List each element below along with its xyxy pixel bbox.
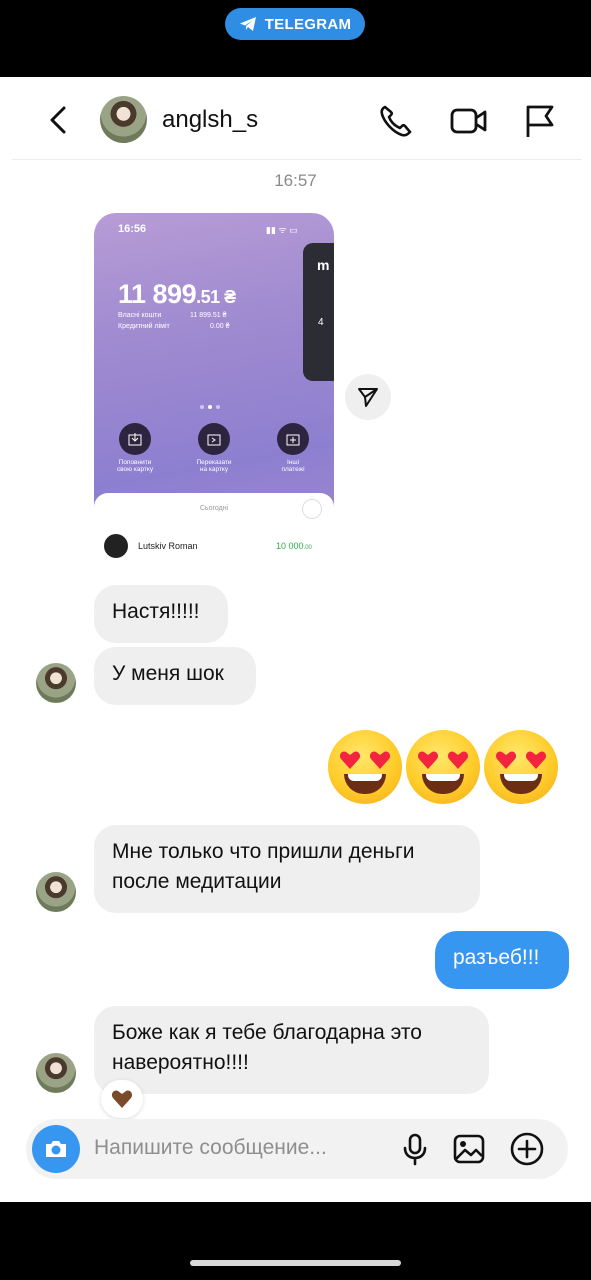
shot-credit-label: Кредитний ліміт bbox=[118, 323, 170, 330]
telegram-top-bar: TELEGRAM bbox=[0, 0, 591, 77]
bottom-bar bbox=[0, 1202, 591, 1280]
reaction-badge[interactable] bbox=[101, 1080, 143, 1118]
message-bubble[interactable]: Настя!!!!! bbox=[94, 585, 228, 643]
header-divider bbox=[12, 159, 582, 160]
shot-own-funds-value: 11 899.51 ₴ bbox=[190, 312, 227, 319]
message-bubble[interactable]: Боже как я тебе благодарна это навероятн… bbox=[94, 1006, 489, 1094]
avatar[interactable] bbox=[36, 872, 76, 912]
shot-action-transfer: Переказати на картку bbox=[179, 423, 249, 473]
shot-card: m 4 bbox=[303, 243, 334, 381]
chat-screen: anglsh_s 16:57 16:56 ▮▮ ᯤ ▭ 11 899.51 ₴ … bbox=[0, 77, 591, 1202]
username[interactable]: anglsh_s bbox=[162, 106, 258, 134]
shot-transaction-amount: 10 000.00 bbox=[276, 541, 312, 551]
shared-image[interactable]: 16:56 ▮▮ ᯤ ▭ 11 899.51 ₴ Власні кошти 11… bbox=[94, 213, 334, 563]
send-icon bbox=[358, 388, 378, 407]
shot-transaction-icon bbox=[104, 534, 128, 558]
camera-icon bbox=[46, 1141, 66, 1157]
shot-own-funds-label: Власні кошти bbox=[118, 312, 162, 319]
avatar[interactable] bbox=[36, 663, 76, 703]
shot-action-topup: Поповнити свою картку bbox=[100, 423, 170, 473]
share-button[interactable] bbox=[345, 374, 391, 420]
home-indicator[interactable] bbox=[190, 1260, 401, 1266]
flag-icon[interactable] bbox=[520, 101, 560, 141]
shot-status-icons: ▮▮ ᯤ ▭ bbox=[266, 225, 298, 235]
video-camera-icon[interactable] bbox=[449, 101, 489, 141]
message-composer: Напишите сообщение... bbox=[26, 1119, 568, 1179]
shot-today-label: Сьогодні bbox=[199, 505, 229, 512]
gallery-icon[interactable] bbox=[451, 1131, 487, 1167]
shot-balance: 11 899.51 ₴ bbox=[118, 279, 236, 309]
message-bubble-own[interactable]: разъеб!!! bbox=[435, 931, 569, 989]
heart-eyes-emoji-icon bbox=[484, 730, 558, 804]
message-input[interactable]: Напишите сообщение... bbox=[94, 1136, 327, 1160]
shot-transaction-name: Lutskiv Roman bbox=[138, 541, 198, 551]
heart-eyes-emoji-icon bbox=[406, 730, 480, 804]
shot-action-other: Інші платежі bbox=[258, 423, 328, 473]
message-timestamp: 16:57 bbox=[274, 171, 317, 190]
message-bubble[interactable]: Мне только что пришли деньги после медит… bbox=[94, 825, 480, 913]
shot-status-time: 16:56 bbox=[118, 223, 147, 235]
telegram-banner[interactable]: TELEGRAM bbox=[225, 8, 365, 40]
camera-button[interactable] bbox=[32, 1125, 80, 1173]
brown-heart-icon bbox=[111, 1090, 133, 1108]
shot-credit-value: 0.00 ₴ bbox=[210, 323, 230, 330]
plus-circle-icon[interactable] bbox=[509, 1131, 545, 1167]
message-bubble[interactable]: У меня шок bbox=[94, 647, 256, 705]
avatar[interactable] bbox=[36, 1053, 76, 1093]
shot-page-dots bbox=[200, 405, 220, 409]
banner-label: TELEGRAM bbox=[264, 15, 352, 33]
back-icon[interactable] bbox=[44, 103, 76, 137]
heart-eyes-emoji-icon bbox=[328, 730, 402, 804]
chat-header: anglsh_s bbox=[0, 77, 591, 163]
phone-icon[interactable] bbox=[376, 101, 416, 141]
microphone-icon[interactable] bbox=[397, 1131, 433, 1167]
avatar[interactable] bbox=[100, 96, 147, 143]
emoji-message[interactable] bbox=[328, 730, 558, 804]
telegram-icon bbox=[239, 17, 256, 31]
shot-search-icon bbox=[302, 499, 322, 519]
shot-transaction-row: Lutskiv Roman 10 000.00 bbox=[94, 532, 334, 566]
